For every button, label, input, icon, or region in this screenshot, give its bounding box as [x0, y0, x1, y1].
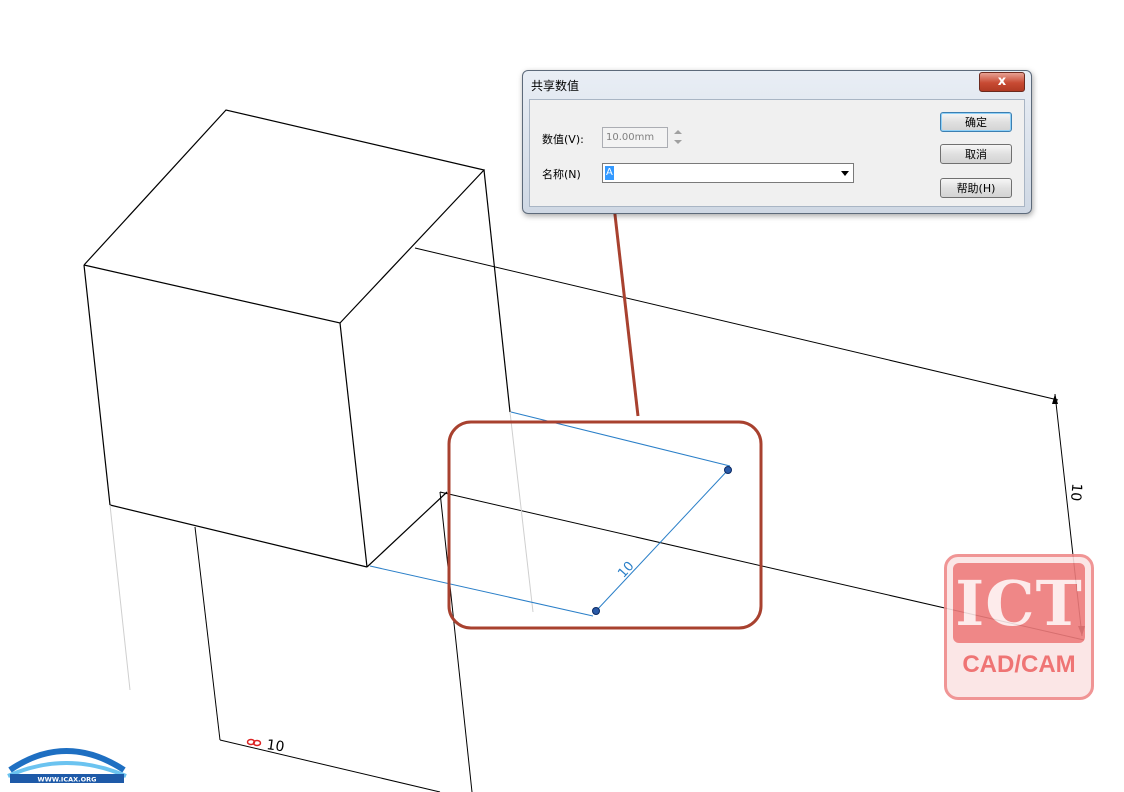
name-label: 名称(N) [542, 168, 581, 181]
callout-arrow-line [612, 205, 640, 417]
dimension-sketch-text[interactable]: 10 [615, 559, 637, 581]
dialog-titlebar[interactable]: 共享数值 x [523, 71, 1031, 99]
ict-logo-top: ICT [953, 563, 1085, 643]
icax-url: WWW.ICAX.ORG [37, 776, 96, 784]
cancel-button[interactable]: 取消 [940, 144, 1012, 164]
close-button[interactable]: x [979, 72, 1025, 92]
sketch-point-bottom[interactable] [592, 607, 600, 615]
share-value-dialog: 共享数值 x 数值(V): 10.00mm 名称(N) A 确定 取消 帮助(H… [522, 70, 1032, 214]
value-spinner[interactable] [672, 127, 684, 148]
help-button[interactable]: 帮助(H) [940, 178, 1012, 198]
ok-button[interactable]: 确定 [940, 112, 1012, 132]
sketch-point-top[interactable] [724, 466, 732, 474]
name-combo-value[interactable]: A [605, 166, 614, 180]
value-input[interactable]: 10.00mm [602, 127, 668, 148]
ict-cadcam-logo: ICT CAD/CAM [944, 554, 1094, 700]
cube-model [83, 109, 511, 568]
value-label: 数值(V): [542, 133, 584, 146]
spin-down-icon[interactable] [674, 140, 682, 144]
highlight-box [447, 420, 763, 630]
dialog-title: 共享数值 [531, 79, 580, 93]
spin-up-icon[interactable] [674, 130, 682, 134]
dimension-bottom-text[interactable]: 10 [265, 737, 285, 755]
ict-logo-subtext: CAD/CAM [962, 651, 1076, 678]
construction-lines [109, 411, 534, 691]
icax-logo: WWW.ICAX.ORG [7, 748, 127, 784]
extension-lines [194, 247, 1085, 792]
link-icon [246, 738, 262, 747]
ict-logo-text: ICT [955, 567, 1083, 640]
dialog-body: 数值(V): 10.00mm 名称(N) A 确定 取消 帮助(H) [529, 99, 1025, 207]
name-combobox[interactable]: A [602, 163, 854, 183]
dimension-right-text[interactable]: 10 [1067, 483, 1084, 502]
chevron-down-icon[interactable] [841, 171, 849, 176]
